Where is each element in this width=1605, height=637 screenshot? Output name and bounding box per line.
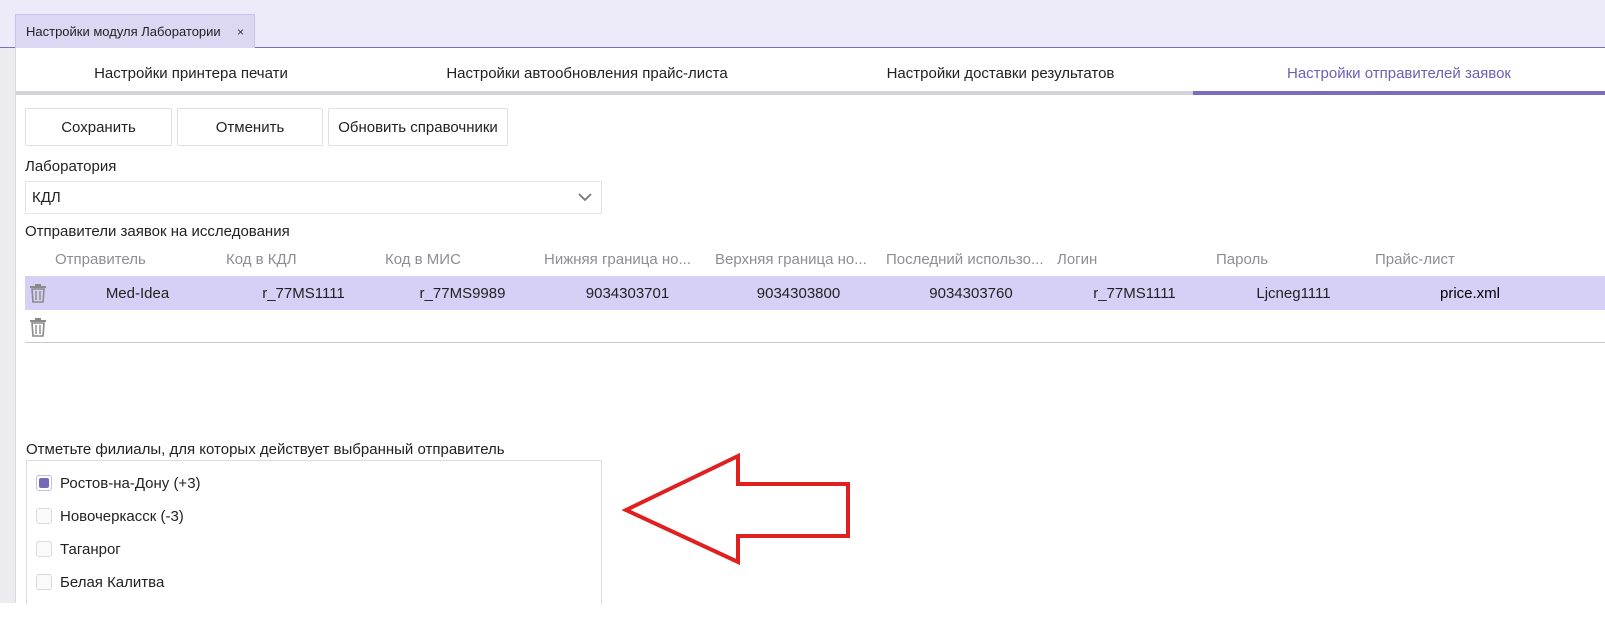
table-divider: [25, 342, 1605, 343]
column-header-mis-code[interactable]: Код в МИС: [385, 244, 540, 274]
column-header-kdl-code[interactable]: Код в КДЛ: [226, 244, 381, 274]
senders-table: Отправитель Код в КДЛ Код в МИС Нижняя г…: [25, 244, 1605, 344]
branch-item-belaya-kalitva[interactable]: Белая Калитва: [36, 570, 164, 594]
column-header-price-list[interactable]: Прайс-лист: [1375, 244, 1535, 274]
cell-upper-bound: 9034303800: [756, 284, 841, 302]
column-header-upper-bound[interactable]: Верхняя граница но...: [715, 244, 882, 274]
cancel-button[interactable]: Отменить: [177, 108, 323, 146]
column-header-lower-bound[interactable]: Нижняя граница но...: [544, 244, 711, 274]
refresh-dictionaries-button[interactable]: Обновить справочники: [328, 108, 508, 146]
branches-label: Отметьте филиалы, для которых действует …: [26, 441, 505, 458]
cell-lower-bound: 9034303701: [585, 284, 670, 302]
branch-label: Ростов-на-Дону (+3): [60, 474, 201, 492]
cell-sender: Med-Idea: [105, 284, 170, 302]
branch-item-novocherkassk[interactable]: Новочеркасск (-3): [36, 504, 184, 528]
branch-label: Таганрог: [60, 540, 121, 558]
trash-icon[interactable]: [27, 282, 49, 304]
senders-section-label: Отправители заявок на исследования: [25, 223, 290, 240]
arrow-left-icon: [622, 452, 850, 566]
cell-login: r_77MS1111: [1093, 284, 1176, 302]
cell-password: Ljcneg1111: [1256, 284, 1331, 302]
save-button[interactable]: Сохранить: [25, 108, 172, 146]
branches-list: Ростов-на-Дону (+3) Новочеркасск (-3) Та…: [26, 460, 602, 605]
branch-label: Белая Калитва: [60, 573, 165, 591]
cell-last-used: 9034303760: [929, 284, 1013, 302]
chevron-down-icon: [578, 193, 592, 202]
branch-item-rostov[interactable]: Ростов-на-Дону (+3): [36, 471, 201, 495]
document-tab-title: Настройки модуля Лаборатории: [26, 24, 221, 39]
column-header-password[interactable]: Пароль: [1216, 244, 1371, 274]
column-header-last-used[interactable]: Последний использо...: [886, 244, 1056, 274]
cell-kdl-code: r_77MS1111: [262, 284, 345, 302]
table-row[interactable]: Med-Idea r_77MS1111 r_77MS9989 903430370…: [25, 276, 1605, 310]
column-header-login[interactable]: Логин: [1057, 244, 1212, 274]
branch-checkbox[interactable]: [36, 541, 52, 557]
laboratory-select[interactable]: КДЛ: [25, 181, 602, 214]
trash-icon[interactable]: [27, 316, 49, 338]
branch-label: Новочеркасск (-3): [60, 507, 184, 525]
tab-printer-settings[interactable]: Настройки принтера печати: [16, 55, 366, 95]
cell-mis-code: r_77MS9989: [419, 284, 506, 302]
tab-sender-settings[interactable]: Настройки отправителей заявок: [1193, 55, 1605, 95]
document-tab[interactable]: Настройки модуля Лаборатории ×: [15, 14, 255, 48]
document-tab-bar: Настройки модуля Лаборатории ×: [0, 0, 1605, 48]
tab-price-autoupdate[interactable]: Настройки автообновления прайс-листа: [366, 55, 808, 95]
laboratory-select-value: КДЛ: [32, 189, 61, 206]
tab-result-delivery[interactable]: Настройки доставки результатов: [808, 55, 1193, 95]
table-row-new[interactable]: [25, 310, 1605, 344]
close-icon[interactable]: ×: [237, 25, 244, 39]
cell-price-list: price.xml: [1439, 284, 1500, 302]
laboratory-label: Лаборатория: [25, 158, 117, 175]
branch-item-taganrog[interactable]: Таганрог: [36, 537, 121, 561]
branch-checkbox[interactable]: [36, 574, 52, 590]
branch-checkbox[interactable]: [36, 508, 52, 524]
branch-checkbox[interactable]: [36, 475, 52, 491]
left-rail: [0, 48, 16, 603]
column-header-sender[interactable]: Отправитель: [55, 244, 220, 274]
settings-tabs: Настройки принтера печати Настройки авто…: [16, 55, 1605, 95]
